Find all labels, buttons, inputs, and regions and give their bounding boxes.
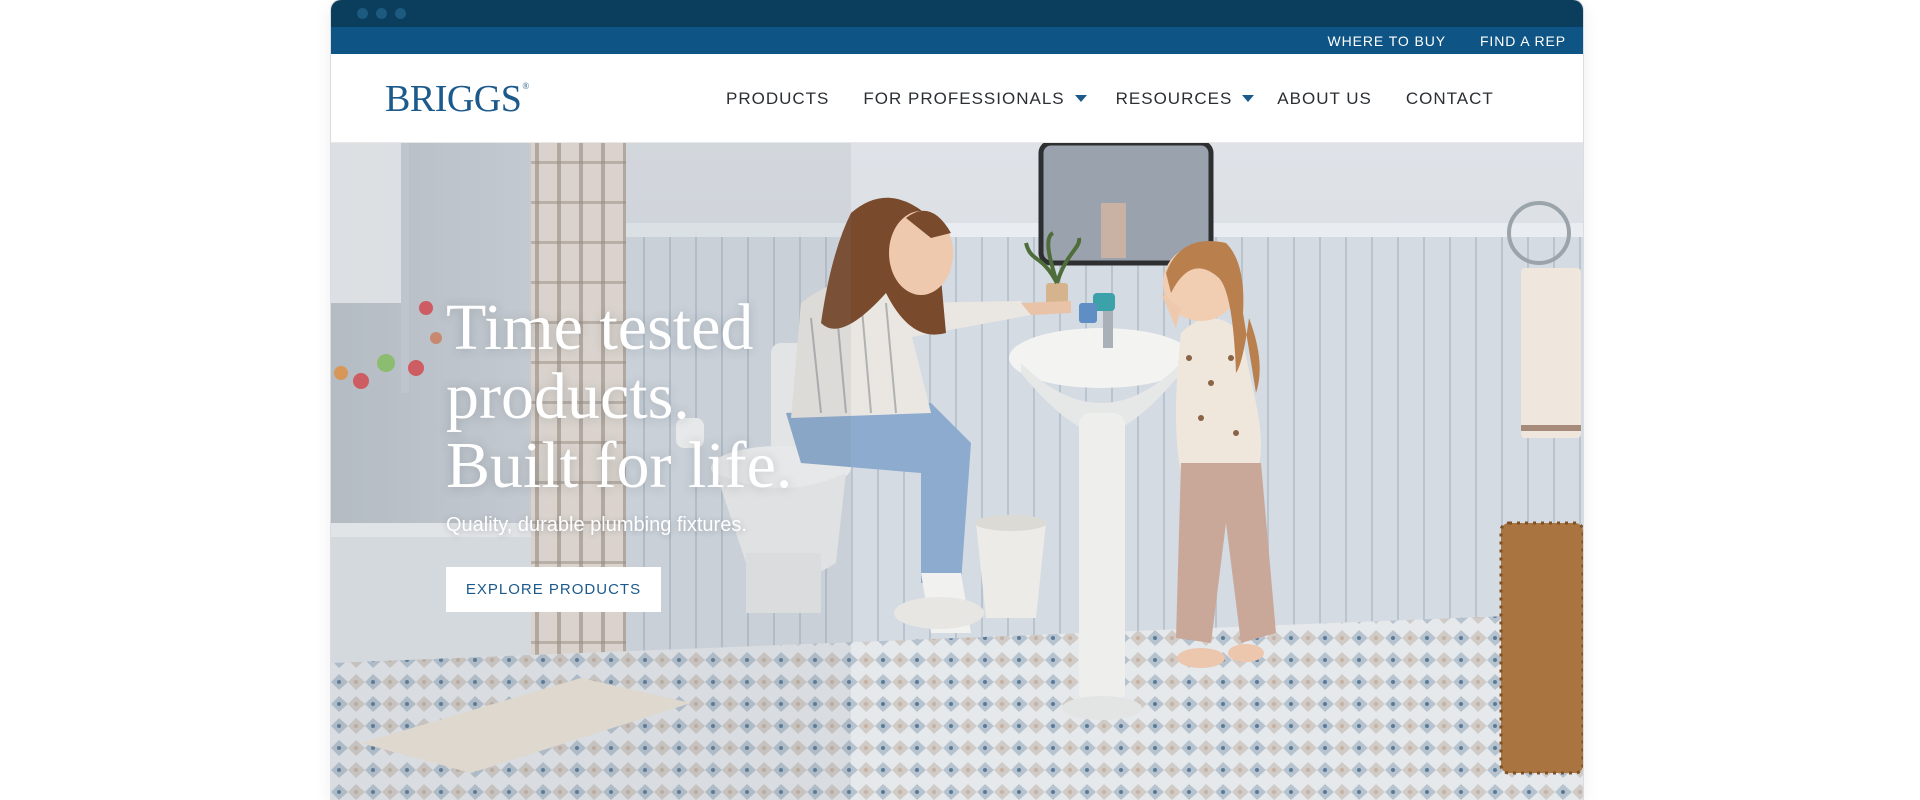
headline-line: Time tested	[446, 291, 754, 364]
nav-item-label: CONTACT	[1405, 88, 1494, 108]
window-maximize-dot[interactable]	[395, 8, 406, 19]
hero-subheadline: Quality, durable plumbing fixtures.	[446, 514, 747, 536]
main-nav: PRODUCTS FOR PROFESSIONALS RESOURCES ABO…	[726, 54, 1494, 143]
briggs-logo[interactable]: BRIGGS®	[385, 80, 529, 118]
logo-wordmark: BRIGGS	[385, 78, 522, 120]
window-minimize-dot[interactable]	[376, 8, 387, 19]
caret-down-icon	[1074, 95, 1087, 102]
nav-item-for-professionals[interactable]: FOR PROFESSIONALS	[863, 88, 1087, 109]
nav-item-resources[interactable]: RESOURCES	[1116, 89, 1255, 109]
headline-line: Built for life.	[446, 429, 793, 502]
caret-down-icon	[1242, 95, 1255, 102]
explore-products-button[interactable]: EXPLORE PRODUCTS	[446, 567, 661, 612]
hero-text-block: Time tested products. Built for life. Qu…	[446, 293, 792, 612]
hero-headline: Time tested products. Built for life.	[446, 293, 792, 500]
nav-item-contact[interactable]: CONTACT	[1406, 89, 1494, 109]
browser-window: WHERE TO BUY FIND A REP BRIGGS® PRODUCTS…	[331, 0, 1583, 800]
nav-item-about-us[interactable]: ABOUT US	[1277, 89, 1372, 109]
nav-item-label: PRODUCTS	[726, 88, 830, 108]
headline-line: products.	[446, 360, 690, 433]
nav-item-label: ABOUT US	[1277, 88, 1372, 108]
hero-section: Time tested products. Built for life. Qu…	[331, 143, 1583, 800]
window-close-dot[interactable]	[357, 8, 368, 19]
nav-item-products[interactable]: PRODUCTS	[726, 89, 829, 109]
find-a-rep-link[interactable]: FIND A REP	[1480, 33, 1566, 49]
registered-mark: ®	[522, 81, 529, 91]
where-to-buy-link[interactable]: WHERE TO BUY	[1328, 33, 1446, 49]
utility-bar: WHERE TO BUY FIND A REP	[331, 27, 1583, 54]
nav-item-label: FOR PROFESSIONALS	[863, 88, 1065, 108]
browser-chrome-bar	[331, 0, 1583, 27]
main-header: BRIGGS® PRODUCTS FOR PROFESSIONALS RESOU…	[331, 54, 1583, 143]
nav-item-label: RESOURCES	[1115, 88, 1233, 108]
